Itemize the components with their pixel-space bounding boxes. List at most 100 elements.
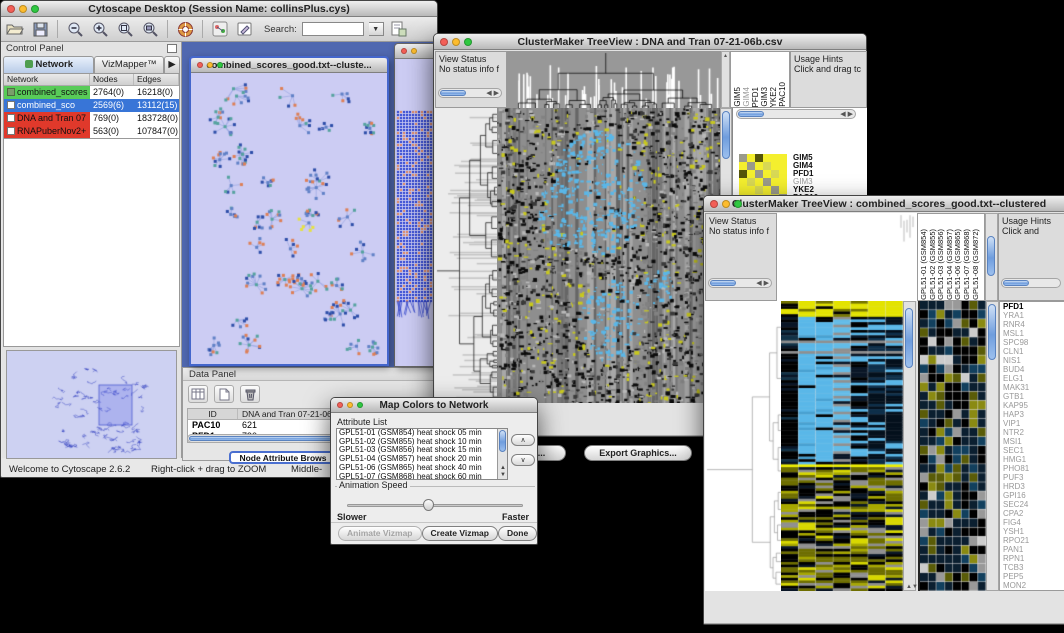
minimize-icon[interactable] <box>19 5 27 13</box>
minimize-icon[interactable] <box>452 38 460 46</box>
gene-label[interactable]: SEC24 <box>1003 500 1064 509</box>
dialog-titlebar[interactable]: Map Colors to Network <box>331 398 537 413</box>
new-attribute-icon[interactable] <box>214 385 234 403</box>
close-icon[interactable] <box>710 200 718 208</box>
tv2-gene-labels[interactable]: PFD1YRA1RNR4MSL1SPC98CLN1NIS1BUD4ELG1MAK… <box>999 301 1064 591</box>
network-table-header[interactable]: Network Nodes Edges <box>4 74 179 86</box>
gene-label[interactable]: RPN1 <box>1003 554 1064 563</box>
minimize-icon[interactable] <box>347 402 353 408</box>
gene-label[interactable]: PFD1 <box>1003 302 1064 311</box>
zoom-window-icon[interactable] <box>734 200 742 208</box>
tv2-row-dendrogram[interactable] <box>705 301 781 591</box>
attribute-list[interactable]: GPL51-01 (GSM854) heat shock 05 minGPL51… <box>336 428 508 480</box>
move-down-button[interactable]: ∨ <box>511 454 535 466</box>
animation-speed-slider-track[interactable] <box>347 504 523 507</box>
search-dropdown-icon[interactable]: ▼ <box>369 22 384 36</box>
network-table-row[interactable]: combined_scores2764(0)16218(0) <box>4 86 179 99</box>
tv1-status-hscrollbar[interactable]: ◀ ▶ <box>438 88 502 98</box>
tv2-zoom-vscrollbar[interactable] <box>986 301 999 591</box>
tv2-labels-vscrollbar[interactable] <box>985 213 998 301</box>
tv1-row-dendrogram[interactable] <box>435 108 497 403</box>
network-view-window-dense[interactable] <box>394 43 437 367</box>
network-window-titlebar[interactable]: combined_scores_good.txt--cluste... <box>191 58 387 73</box>
tab-vizmapper[interactable]: VizMapper™ <box>94 56 164 73</box>
tab-network[interactable]: Network <box>3 56 94 73</box>
gene-label[interactable]: GTB1 <box>1003 392 1064 401</box>
zoom-selected-icon[interactable] <box>115 19 135 39</box>
gene-label[interactable]: HAP3 <box>1003 410 1064 419</box>
close-icon[interactable] <box>401 48 407 54</box>
attribute-list-item[interactable]: GPL51-07 (GSM868) heat shock 60 min <box>337 473 507 480</box>
move-up-button[interactable]: ∧ <box>511 434 535 446</box>
import-table-icon[interactable] <box>389 19 409 39</box>
animate-vizmap-button[interactable]: Animate Vizmap <box>338 526 422 541</box>
gene-label[interactable]: SPC98 <box>1003 338 1064 347</box>
tv1-titlebar[interactable]: ClusterMaker TreeView : DNA and Tran 07-… <box>434 34 866 50</box>
network-table-row[interactable]: DNA and Tran 07769(0)183728(0) <box>4 112 179 125</box>
dense-network-canvas[interactable] <box>395 59 436 366</box>
close-icon[interactable] <box>197 62 203 68</box>
gene-label[interactable]: FIG4 <box>1003 518 1064 527</box>
gene-label[interactable]: YRA1 <box>1003 311 1064 320</box>
tv1-scroll-strip[interactable]: ▴ <box>721 51 730 108</box>
search-input[interactable] <box>302 22 364 36</box>
birdseye-overview-canvas[interactable] <box>7 351 176 458</box>
done-button[interactable]: Done <box>498 526 537 541</box>
close-icon[interactable] <box>7 5 15 13</box>
tv2-status-hscrollbar[interactable]: ◀ ▶ <box>708 278 772 288</box>
network-list-empty-area[interactable] <box>3 139 180 347</box>
gene-label[interactable]: MSL1 <box>1003 329 1064 338</box>
gene-label[interactable]: KAP95 <box>1003 401 1064 410</box>
float-panel-icon[interactable] <box>167 44 177 53</box>
gene-label[interactable]: MSI1 <box>1003 437 1064 446</box>
network-table-row[interactable]: RNAPuberNov2+563(0)107847(0) <box>4 125 179 138</box>
zoom-window-icon[interactable] <box>357 402 363 408</box>
gene-label[interactable]: PAN1 <box>1003 545 1064 554</box>
annotation-icon[interactable] <box>210 19 230 39</box>
network-table-row[interactable]: combined_sco2569(6)13112(15) <box>4 99 179 112</box>
edit-network-icon[interactable] <box>235 19 255 39</box>
tv2-usage-hscrollbar[interactable] <box>1001 278 1061 288</box>
gene-label[interactable]: PUF3 <box>1003 473 1064 482</box>
gene-label[interactable]: VIP1 <box>1003 419 1064 428</box>
zoom-window-icon[interactable] <box>217 62 223 68</box>
gene-label[interactable]: RNR4 <box>1003 320 1064 329</box>
create-vizmap-button[interactable]: Create Vizmap <box>422 526 498 541</box>
gene-label[interactable]: PHO81 <box>1003 464 1064 473</box>
zoom-fit-icon[interactable] <box>140 19 160 39</box>
dense-window-titlebar[interactable] <box>395 44 436 59</box>
gene-label[interactable]: SEC1 <box>1003 446 1064 455</box>
gene-label[interactable]: ELG1 <box>1003 374 1064 383</box>
gene-label[interactable]: YSH1 <box>1003 527 1064 536</box>
gene-label[interactable]: CLN1 <box>1003 347 1064 356</box>
close-icon[interactable] <box>337 402 343 408</box>
main-titlebar[interactable]: Cytoscape Desktop (Session Name: collins… <box>1 1 437 17</box>
attribute-list-scrollbar[interactable]: ▲▼ <box>497 429 507 479</box>
tv2-column-labels[interactable]: GPL51-01 (GSM854)GPL51-02 (GSM855)GPL51-… <box>917 213 985 301</box>
tv1-global-heatmap[interactable] <box>497 108 720 403</box>
delete-attribute-icon[interactable] <box>240 385 260 403</box>
tv2-global-vscrollbar[interactable]: ▲▼ <box>903 301 916 591</box>
gene-label[interactable]: MON2 <box>1003 581 1064 590</box>
gene-label[interactable]: NTR2 <box>1003 428 1064 437</box>
zoom-out-icon[interactable] <box>65 19 85 39</box>
select-attributes-icon[interactable] <box>188 385 208 403</box>
minimize-icon[interactable] <box>722 200 730 208</box>
minimize-icon[interactable] <box>411 48 417 54</box>
gene-label[interactable]: NIS1 <box>1003 356 1064 365</box>
tv2-titlebar[interactable]: ClusterMaker TreeView : combined_scores_… <box>704 196 1064 212</box>
tab-overflow-arrow[interactable]: ▶ <box>164 56 180 73</box>
gene-label[interactable]: RPO21 <box>1003 536 1064 545</box>
animation-speed-slider-thumb[interactable] <box>423 499 434 511</box>
zoom-window-icon[interactable] <box>31 5 39 13</box>
gene-label[interactable]: GPI16 <box>1003 491 1064 500</box>
minimize-icon[interactable] <box>207 62 213 68</box>
gene-label[interactable]: HMG1 <box>1003 455 1064 464</box>
network-view-window[interactable]: combined_scores_good.txt--cluste... <box>189 56 389 366</box>
zoom-window-icon[interactable] <box>464 38 472 46</box>
gene-label[interactable]: HRD3 <box>1003 482 1064 491</box>
open-file-icon[interactable] <box>5 19 25 39</box>
gene-label[interactable]: MAK31 <box>1003 383 1064 392</box>
tv2-global-heatmap[interactable] <box>781 301 903 591</box>
gene-label[interactable]: CPA2 <box>1003 509 1064 518</box>
